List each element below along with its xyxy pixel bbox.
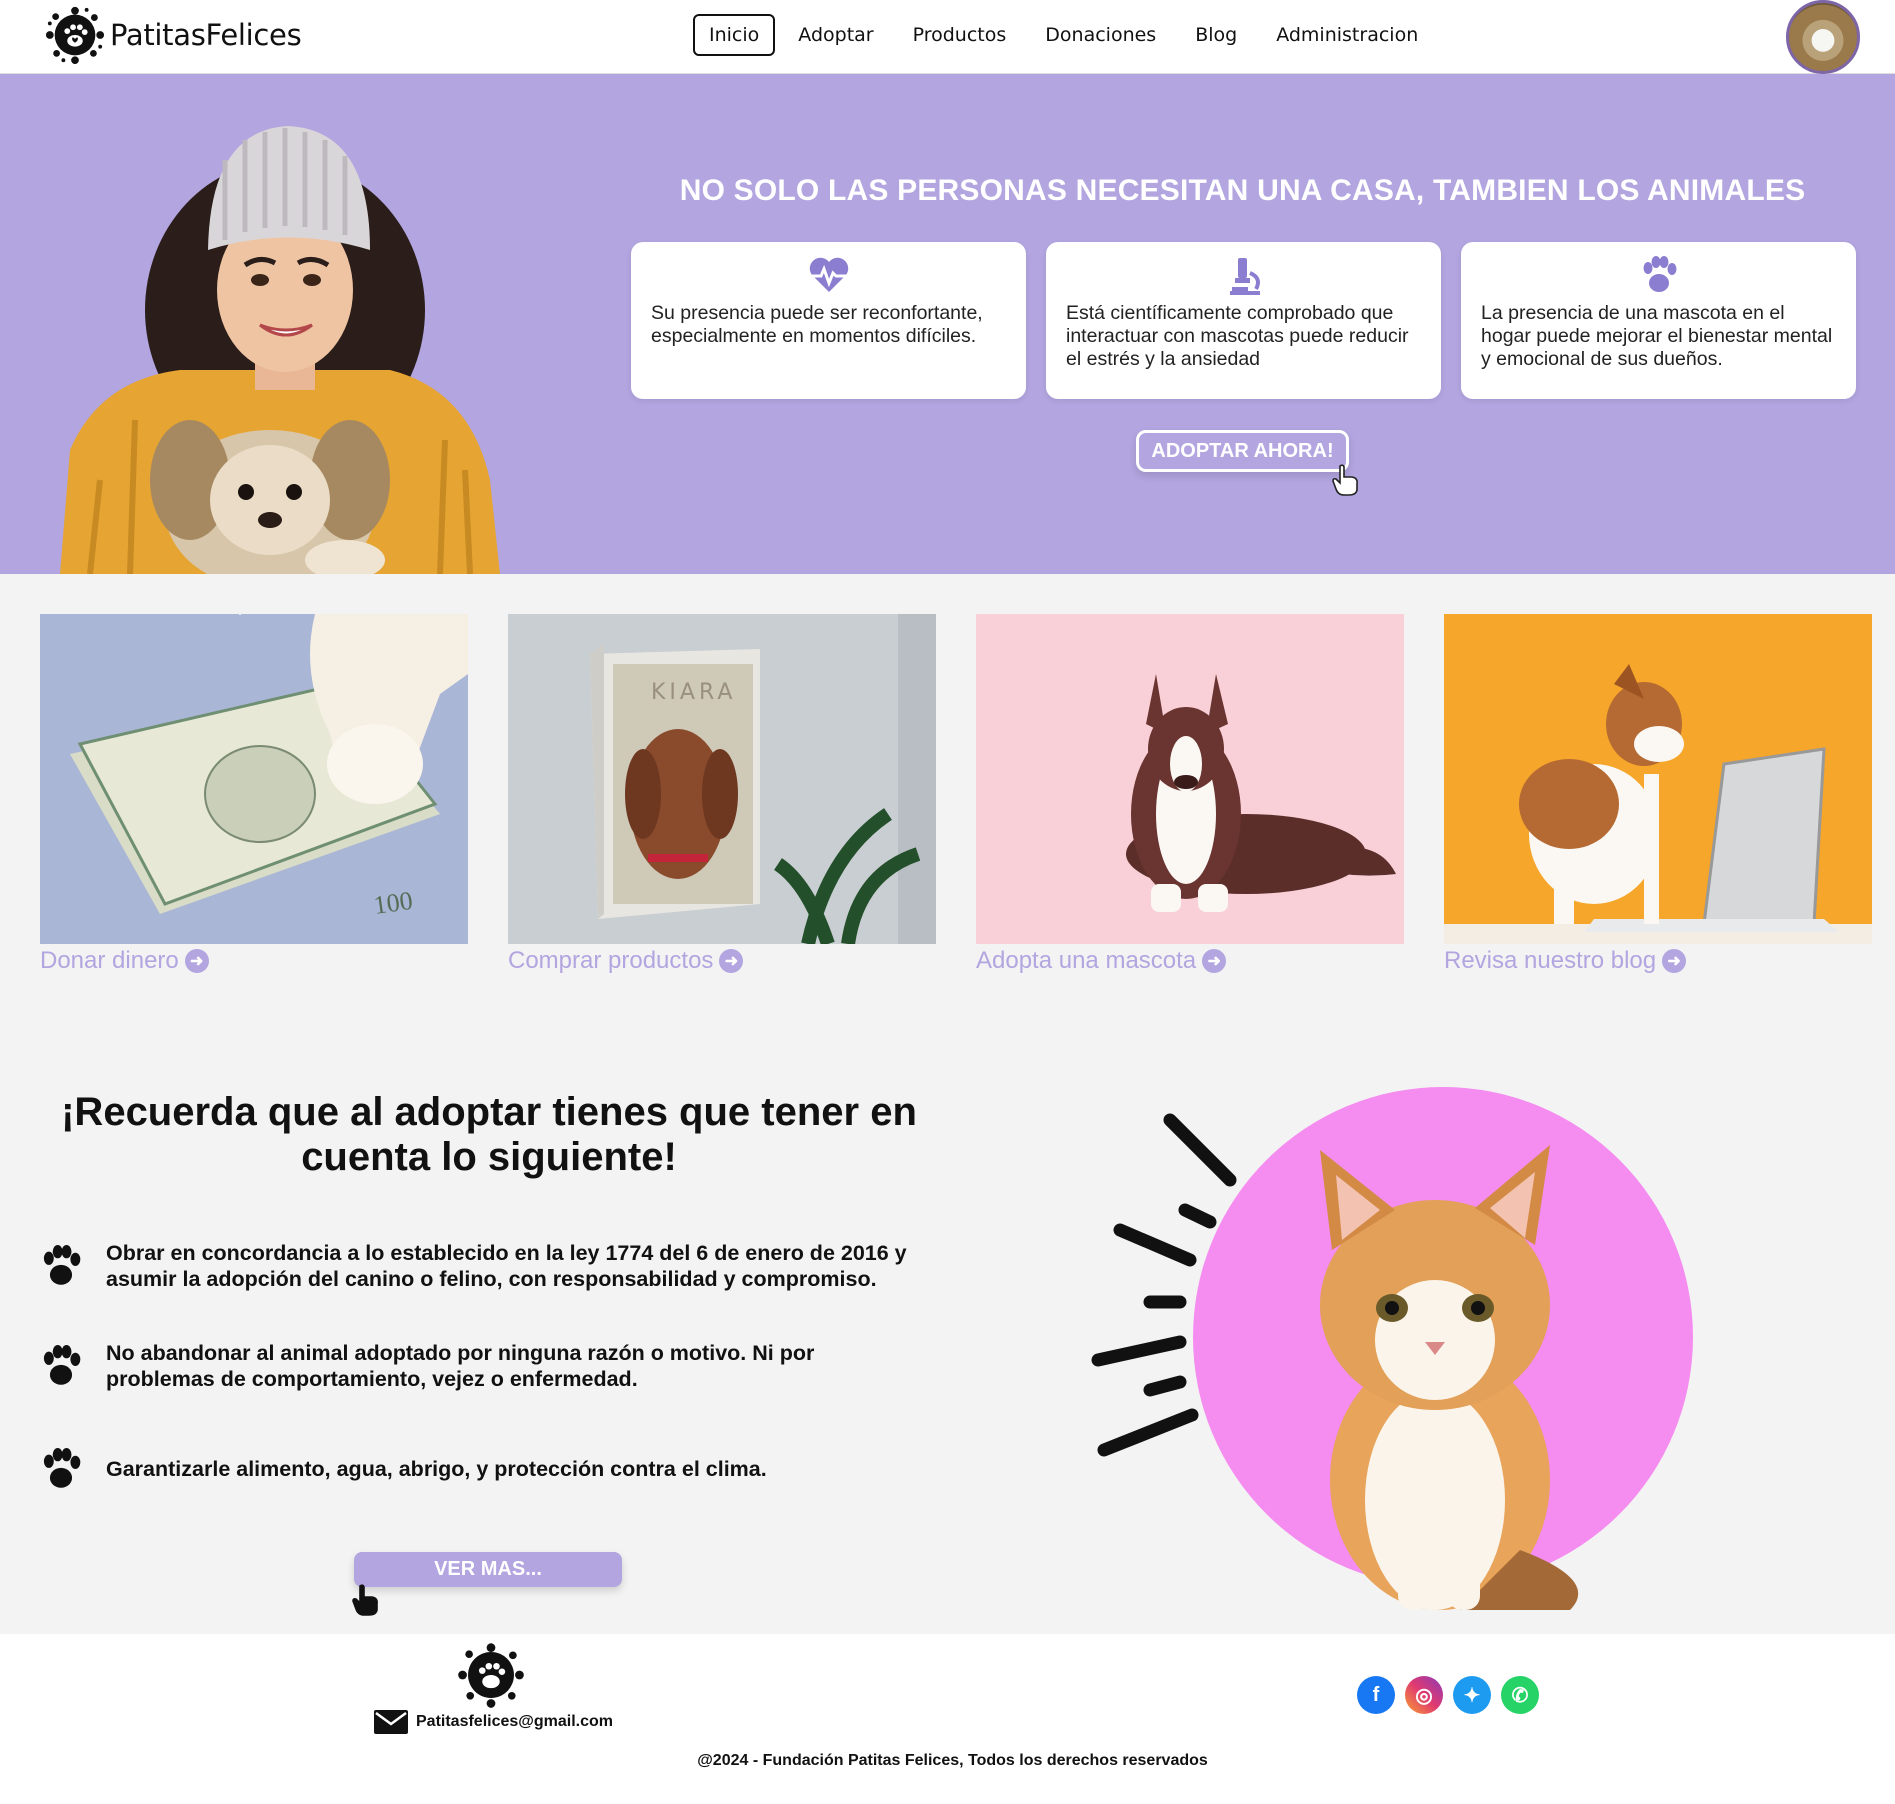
rule-text: No abandonar al animal adoptado por ning…	[106, 1341, 815, 1391]
benefit-card: Está científicamente comprobado que inte…	[1046, 242, 1441, 399]
facebook-icon[interactable]: f	[1357, 1676, 1395, 1714]
dog-with-laptop-photo	[1444, 614, 1872, 944]
tile-donate[interactable]: 100 Donar dinero ➜	[40, 614, 468, 978]
border-collie-photo	[976, 614, 1404, 944]
benefit-card: Su presencia puede ser reconfortante, es…	[631, 242, 1026, 399]
tile-blog[interactable]: Revisa nuestro blog ➜	[1444, 614, 1872, 978]
email-text[interactable]: Patitasfelices@gmail.com	[416, 1713, 613, 1731]
portrait-name-text: KIARA	[651, 680, 736, 705]
pointer-hand-icon	[352, 1584, 378, 1616]
benefit-text: La presencia de una mascota en el hogar …	[1481, 302, 1833, 370]
tile-label[interactable]: Revisa nuestro blog	[1444, 947, 1656, 975]
copyright-text: @2024 - Fundación Patitas Felices, Todos…	[697, 1752, 1208, 1769]
svg-text:100: 100	[372, 886, 415, 920]
woman-with-dog-photo	[60, 126, 500, 574]
feature-tiles: 100 Donar dinero ➜ KIARA Comprar product…	[40, 614, 1872, 978]
paw-splat-logo-icon	[458, 1643, 524, 1708]
social-links: f ◎ ✦ ✆	[1357, 1676, 1539, 1714]
paw-splat-logo-icon	[45, 6, 105, 65]
hero-banner: NO SOLO LAS PERSONAS NECESITAN UNA CASA,…	[0, 74, 1895, 574]
contact-email[interactable]: Patitasfelices@gmail.com	[374, 1710, 613, 1734]
rule-item: No abandonar al animal adoptado por ning…	[38, 1340, 896, 1392]
nav-administracion[interactable]: Administracion	[1260, 14, 1434, 56]
arrow-right-circle-icon[interactable]: ➜	[1202, 949, 1227, 973]
benefit-text: Está científicamente comprobado que inte…	[1066, 302, 1409, 370]
reminder-title: ¡Recuerda que al adoptar tienes que tene…	[61, 1090, 917, 1179]
twitter-icon[interactable]: ✦	[1453, 1676, 1491, 1714]
nav-inicio[interactable]: Inicio	[693, 14, 776, 56]
see-more-button[interactable]: VER MAS...	[354, 1552, 622, 1587]
microscope-icon	[1229, 258, 1260, 295]
arrow-right-circle-icon[interactable]: ➜	[184, 949, 209, 973]
money-and-cat-paw-photo: 100	[40, 614, 468, 944]
tile-label[interactable]: Donar dinero	[40, 947, 179, 975]
arrow-right-circle-icon[interactable]: ➜	[719, 949, 744, 973]
top-navbar: PatitasFelices Inicio Adoptar Productos …	[0, 0, 1895, 74]
site-footer: Patitasfelices@gmail.com f ◎ ✦ ✆ @2024 -…	[0, 1634, 1895, 1804]
paw-icon	[1643, 256, 1676, 292]
brand-name: PatitasFelices	[110, 18, 302, 52]
tile-label[interactable]: Adopta una mascota	[976, 947, 1196, 975]
brand-logo[interactable]: PatitasFelices	[44, 4, 302, 66]
user-avatar[interactable]	[1786, 0, 1860, 74]
pointer-hand-icon	[1332, 464, 1358, 496]
envelope-icon	[374, 1710, 408, 1734]
adopt-now-button[interactable]: ADOPTAR AHORA!	[1136, 430, 1349, 472]
paw-bullet-icon	[43, 1345, 81, 1385]
benefit-text: Su presencia puede ser reconfortante, es…	[651, 302, 983, 347]
benefit-cards: Su presencia puede ser reconfortante, es…	[631, 242, 1856, 399]
nav-adoptar[interactable]: Adoptar	[782, 14, 889, 56]
dog-portrait-canvas-photo: KIARA	[508, 614, 936, 944]
nav-blog[interactable]: Blog	[1179, 14, 1253, 56]
arrow-right-circle-icon[interactable]: ➜	[1662, 949, 1687, 973]
nav-productos[interactable]: Productos	[897, 14, 1023, 56]
kitten-illustration	[1091, 1087, 1693, 1610]
tile-adopt[interactable]: Adopta una mascota ➜	[976, 614, 1404, 978]
tile-products[interactable]: KIARA Comprar productos ➜	[508, 614, 936, 978]
rule-text: Garantizarle alimento, agua, abrigo, y p…	[106, 1457, 767, 1481]
paw-bullet-icon	[43, 1448, 81, 1488]
benefit-card: La presencia de una mascota en el hogar …	[1461, 242, 1856, 399]
whatsapp-icon[interactable]: ✆	[1501, 1676, 1539, 1714]
paw-bullet-icon	[43, 1245, 81, 1285]
main-menu: Inicio Adoptar Productos Donaciones Blog…	[693, 14, 1441, 56]
hero-title: NO SOLO LAS PERSONAS NECESITAN UNA CASA,…	[679, 174, 1806, 207]
heart-pulse-icon	[809, 257, 848, 292]
tile-label[interactable]: Comprar productos	[508, 947, 713, 975]
rule-item: Obrar en concordancia a lo establecido e…	[38, 1240, 956, 1292]
rule-item: Garantizarle alimento, agua, abrigo, y p…	[38, 1448, 956, 1490]
rule-text: Obrar en concordancia a lo establecido e…	[106, 1241, 907, 1291]
nav-donaciones[interactable]: Donaciones	[1029, 14, 1172, 56]
instagram-icon[interactable]: ◎	[1405, 1676, 1443, 1714]
